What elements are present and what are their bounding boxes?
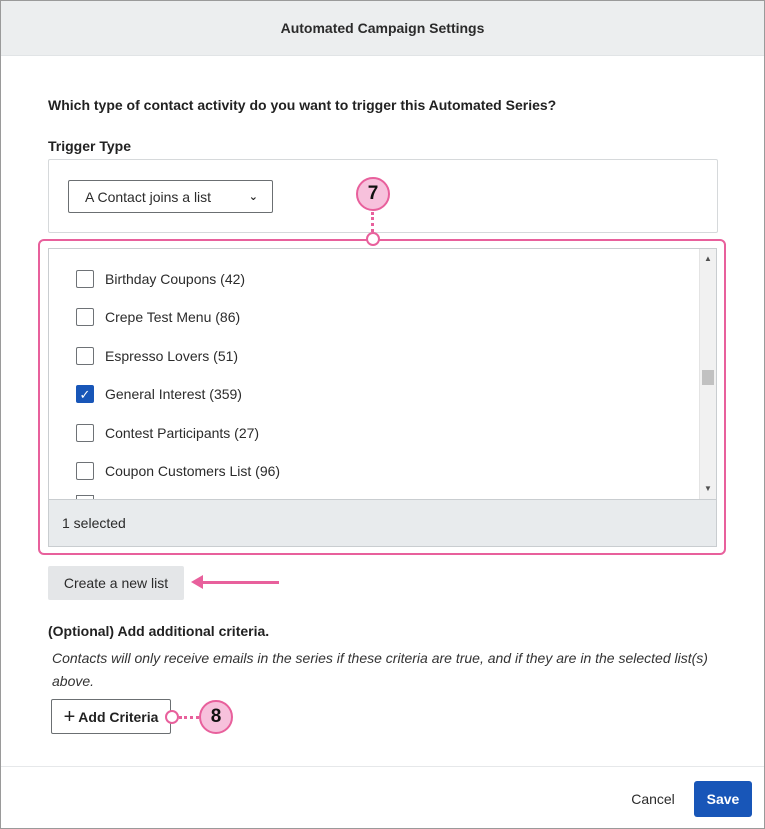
create-new-list-button[interactable]: Create a new list	[48, 566, 184, 600]
trigger-question: Which type of contact activity do you wa…	[48, 97, 557, 113]
callout-highlight-frame	[38, 239, 726, 555]
callout-connector	[371, 212, 374, 232]
plus-icon: +	[63, 705, 76, 728]
footer-divider	[1, 766, 764, 767]
callout-anchor-dot	[366, 232, 380, 246]
callout-arrow-head-icon	[191, 575, 203, 589]
callout-badge-8: 8	[199, 700, 233, 734]
add-criteria-button[interactable]: + Add Criteria	[51, 699, 171, 734]
optional-criteria-description: Contacts will only receive emails in the…	[52, 650, 708, 689]
callout-connector	[179, 716, 199, 719]
trigger-type-label: Trigger Type	[48, 138, 131, 154]
cancel-button[interactable]: Cancel	[617, 782, 689, 816]
callout-anchor-dot	[165, 710, 179, 724]
callout-arrow-line	[201, 581, 279, 584]
dialog-header: Automated Campaign Settings	[1, 1, 764, 56]
add-criteria-label: Add Criteria	[78, 708, 159, 725]
dialog-title: Automated Campaign Settings	[280, 20, 485, 36]
callout-badge-7: 7	[356, 177, 390, 211]
optional-criteria-title: (Optional) Add additional criteria.	[48, 623, 270, 639]
automated-campaign-settings-dialog: Automated Campaign Settings Which type o…	[0, 0, 765, 829]
trigger-type-value: A Contact joins a list	[85, 188, 212, 205]
save-button[interactable]: Save	[694, 781, 752, 817]
trigger-type-select[interactable]: A Contact joins a list ⌄	[68, 180, 273, 213]
chevron-down-icon: ⌄	[248, 191, 258, 203]
